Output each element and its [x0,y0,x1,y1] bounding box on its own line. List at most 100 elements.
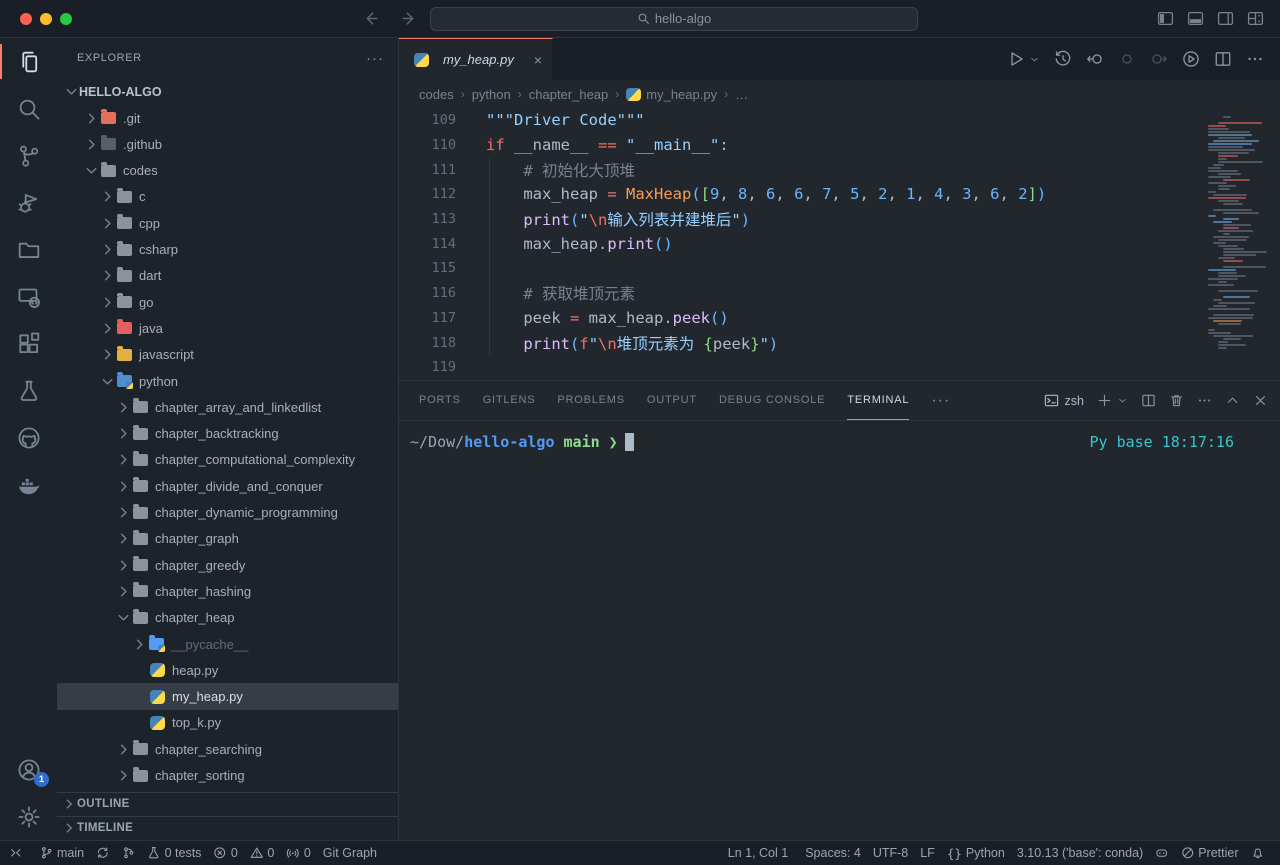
forward-icon[interactable] [401,10,418,27]
close-panel-icon[interactable] [1253,393,1268,408]
code-line[interactable]: 118 print(f"\n堆顶元素为 {peek}") [399,330,1280,355]
maximize-panel-icon[interactable] [1225,393,1240,408]
activity-settings[interactable] [0,793,57,840]
tree-item-cpp[interactable]: cpp [57,210,398,236]
tree-item-top_kpy[interactable]: top_k.py [57,710,398,736]
statusbar-branch-status[interactable]: main [34,841,91,865]
tree-item-dart[interactable]: dart [57,263,398,289]
tree-item-chapter_divide_and_conquer[interactable]: chapter_divide_and_conquer [57,473,398,499]
run-python-file-icon[interactable] [1007,50,1025,68]
breadcrumb-item[interactable]: my_heap.py [626,87,717,102]
tree-item-chapter_greedy[interactable]: chapter_greedy [57,552,398,578]
panel-tab-debug-console[interactable]: DEBUG CONSOLE [719,381,825,420]
activity-source-control[interactable] [0,132,57,179]
change-indicator-icon[interactable] [1118,50,1136,68]
line-number[interactable]: 119 [399,359,456,375]
statusbar-git-graph-view[interactable] [116,841,142,865]
panel-tabs-more-icon[interactable]: ··· [931,392,950,410]
line-number[interactable]: 117 [399,310,456,326]
tree-item-codes[interactable]: codes [57,158,398,184]
panel-tab-ports[interactable]: PORTS [419,381,461,420]
tree-item-git[interactable]: .git [57,105,398,131]
activity-remote-explorer[interactable] [0,273,57,320]
line-number[interactable]: 111 [399,162,456,178]
statusbar-sync-changes[interactable] [90,841,116,865]
panel-tab-terminal[interactable]: TERMINAL [847,381,909,420]
close-window-button[interactable] [20,13,32,25]
tree-item-chapter_array_and_linkedlist[interactable]: chapter_array_and_linkedlist [57,394,398,420]
tree-item-chapter_backtracking[interactable]: chapter_backtracking [57,421,398,447]
panel-tab-output[interactable]: OUTPUT [647,381,697,420]
minimize-window-button[interactable] [40,13,52,25]
statusbar-cursor-position[interactable]: Ln 1, Col 1 [719,846,797,860]
line-number[interactable]: 112 [399,186,456,202]
statusbar-language-mode[interactable]: {}Python [941,846,1011,861]
activity-github[interactable] [0,414,57,461]
code-line[interactable]: 110if __name__ == "__main__": [399,133,1280,158]
tree-item-chapter_sorting[interactable]: chapter_sorting [57,762,398,788]
terminal[interactable]: ~/Dow/hello-algo main ❯ Py base 18:17:16 [399,421,1280,840]
file-history-icon[interactable] [1054,50,1072,68]
panel-more-actions-icon[interactable] [1197,393,1212,408]
minimap[interactable] [1206,112,1270,352]
line-number[interactable]: 109 [399,112,456,128]
timeline-section[interactable]: TIMELINE [57,816,398,840]
run-profile-icon[interactable] [1182,50,1200,68]
breadcrumb-item[interactable]: python [472,87,511,102]
tree-item-my_heappy[interactable]: my_heap.py [57,683,398,709]
tree-item-go[interactable]: go [57,289,398,315]
statusbar-remote-indicator[interactable] [0,841,32,865]
run-dropdown-icon[interactable] [1029,54,1040,65]
split-terminal-icon[interactable] [1141,393,1156,408]
code-line[interactable]: 109"""Driver Code""" [399,108,1280,133]
statusbar-notifications[interactable] [1245,846,1271,860]
line-number[interactable]: 118 [399,335,456,351]
statusbar-python-interpreter[interactable]: 3.10.13 ('base': conda) [1011,846,1149,860]
statusbar-test-status[interactable]: 0 tests [141,841,207,865]
code-line[interactable]: 116 # 获取堆顶元素 [399,281,1280,306]
code-line[interactable]: 111 # 初始化大顶堆 [399,157,1280,182]
tree-item-__pycache__[interactable]: __pycache__ [57,631,398,657]
panel-tab-problems[interactable]: PROBLEMS [557,381,625,420]
statusbar-git-graph[interactable]: Git Graph [317,841,383,865]
customize-layout-icon[interactable] [1247,10,1264,27]
activity-run-and-debug[interactable] [0,179,57,226]
close-tab-icon[interactable]: × [534,52,542,68]
toggle-panel-icon[interactable] [1187,10,1204,27]
code-line[interactable]: 115 [399,256,1280,281]
statusbar-encoding[interactable]: UTF-8 [867,846,914,860]
activity-docker[interactable] [0,461,57,508]
breadcrumb-item[interactable]: chapter_heap [529,87,609,102]
code-line[interactable]: 114 max_heap.print() [399,231,1280,256]
line-number[interactable]: 110 [399,137,456,153]
panel-tab-gitlens[interactable]: GITLENS [483,381,536,420]
tree-item-chapter_hashing[interactable]: chapter_hashing [57,578,398,604]
tree-item-python[interactable]: python [57,368,398,394]
tree-item-csharp[interactable]: csharp [57,236,398,262]
split-editor-icon[interactable] [1214,50,1232,68]
statusbar-warnings[interactable]: 0 [244,841,280,865]
explorer-more-icon[interactable]: ··· [366,50,384,67]
tree-item-github[interactable]: .github [57,131,398,157]
terminal-profile-dropdown-icon[interactable] [1117,395,1128,406]
previous-change-icon[interactable] [1086,50,1104,68]
new-terminal-icon[interactable] [1097,393,1112,408]
code-line[interactable]: 117 peek = max_heap.peek() [399,306,1280,331]
activity-explorer[interactable] [0,38,57,85]
line-number[interactable]: 114 [399,236,456,252]
tree-item-chapter_computational_complexity[interactable]: chapter_computational_complexity [57,447,398,473]
outline-section[interactable]: OUTLINE [57,792,398,816]
tree-item-chapter_graph[interactable]: chapter_graph [57,526,398,552]
tab-my-heap[interactable]: my_heap.py × [399,38,553,80]
back-icon[interactable] [362,10,379,27]
command-center-search[interactable]: hello-algo [430,7,918,31]
statusbar-eol[interactable]: LF [914,846,941,860]
statusbar-prettier[interactable]: Prettier [1175,846,1245,860]
tree-item-chapter_dynamic_programming[interactable]: chapter_dynamic_programming [57,499,398,525]
code-line[interactable]: 112 max_heap = MaxHeap([9, 8, 6, 6, 7, 5… [399,182,1280,207]
tree-item-java[interactable]: java [57,315,398,341]
activity-accounts[interactable]: 1 [0,746,57,793]
tree-item-c[interactable]: c [57,184,398,210]
statusbar-forwarded-ports[interactable]: 0 [280,841,316,865]
breadcrumb-item[interactable]: codes [419,87,454,102]
